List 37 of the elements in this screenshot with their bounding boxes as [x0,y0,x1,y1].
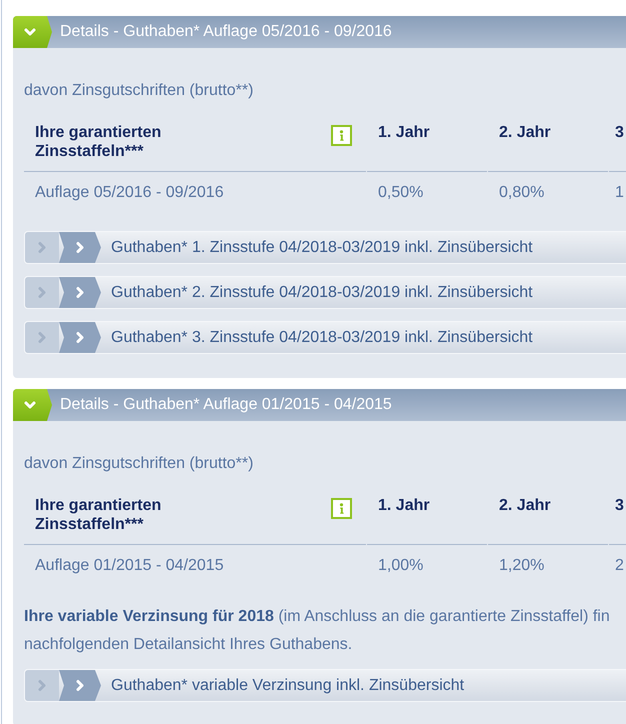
column-header: Ihre garantierten Zinsstaffeln*** [35,123,162,161]
chevron-right-icon [59,670,101,701]
section-subtitle: davon Zinsgutschriften (brutto**) [24,454,254,474]
column-header: 2. Jahr [488,491,608,545]
column-header: 1. Jahr [367,491,487,545]
chevron-right-icon [25,322,59,353]
column-header: 2. Jahr [488,118,608,172]
toggle-button[interactable] [13,389,52,421]
info-icon[interactable] [331,125,352,146]
table-cell-text: 1 [614,183,625,203]
table-cell-text: 1,00% [377,556,424,576]
info-paragraph: Ihre variable Verzinsung für 2018 (im Anschluss an die garantierte Zinsstaffel) fin nachfolgenden Detailansicht Ihres Guthabens. [24,607,611,655]
column-header: 1. Jahr [367,118,487,172]
chevron-right-icon [59,322,101,353]
chevron-right-icon [59,277,101,308]
table-cell-text: 2 [614,556,625,576]
table-cell-text: Auflage 01/2015 - 04/2015 [34,556,225,576]
table-cell-text: 1,20% [498,556,546,576]
expand-row-button[interactable]: Guthaben* 2. Zinsstufe 04/2018-03/2019 inkl. Zinsübersicht [24,276,626,309]
section-title: Details - Guthaben* Auflage 05/2016 - 09/2016 [60,23,392,41]
expand-row-button[interactable]: Guthaben* 3. Zinsstufe 04/2018-03/2019 inkl. Zinsübersicht [24,321,626,354]
chevron-right-icon [25,277,59,308]
table-cell-text: 0,50% [377,183,424,203]
expand-row-button[interactable]: Guthaben* variable Verzinsung inkl. Zinsübersicht [24,669,626,702]
chevron-right-icon [25,232,59,263]
toggle-button[interactable] [13,16,52,48]
table-cell-text: 0,80% [498,183,546,203]
column-header: 3 [609,118,626,172]
info-icon[interactable] [331,498,352,519]
table-cell-text: Auflage 05/2016 - 09/2016 [34,183,225,203]
column-header: Ihre garantierten Zinsstaffeln*** [35,496,162,534]
chevron-right-icon [59,232,101,263]
section-title: Details - Guthaben* Auflage 01/2015 - 04/2015 [60,396,392,414]
chevron-right-icon [25,670,59,701]
column-header: 3 [609,491,626,545]
expand-row-button[interactable]: Guthaben* 1. Zinsstufe 04/2018-03/2019 inkl. Zinsübersicht [24,231,626,264]
section-subtitle: davon Zinsgutschriften (brutto**) [24,81,254,101]
